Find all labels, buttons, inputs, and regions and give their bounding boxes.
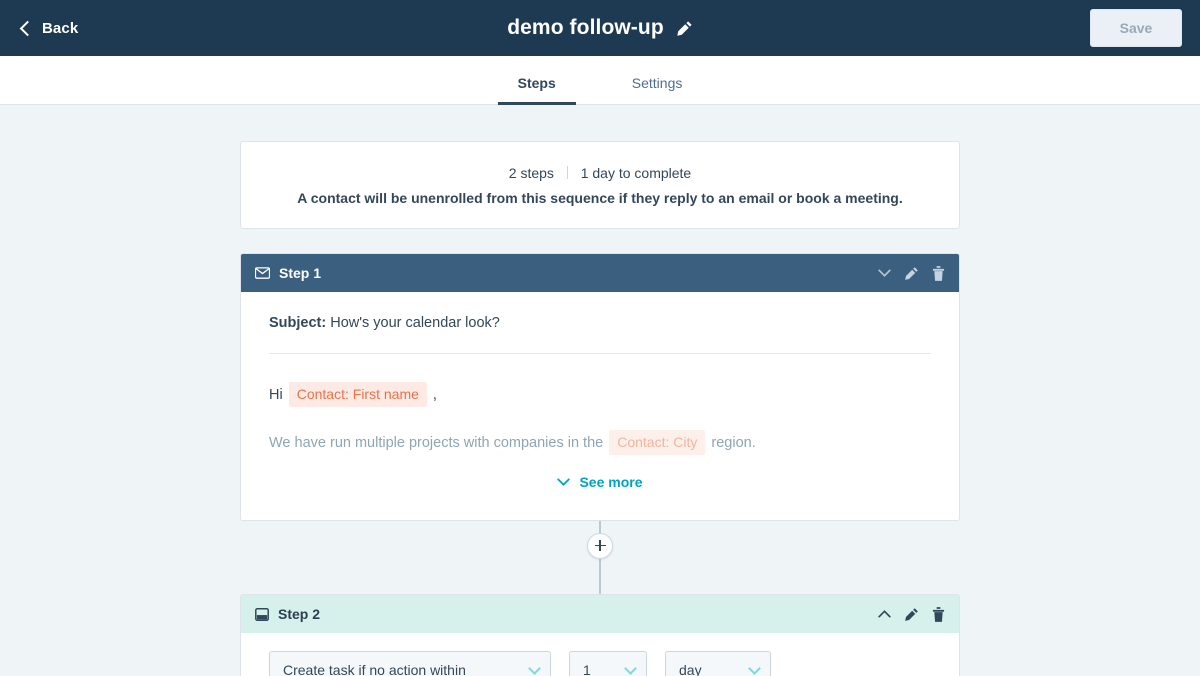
add-step-button[interactable] [587, 532, 613, 559]
task-icon [255, 607, 269, 621]
summary-meta: 2 steps 1 day to complete [261, 165, 939, 181]
step-1-collapse-chevron-down-icon[interactable] [875, 264, 893, 282]
task-delay-amount-select[interactable]: 1 [569, 651, 647, 676]
tab-settings[interactable]: Settings [612, 75, 703, 104]
task-delay-unit-select[interactable]: day [665, 651, 771, 676]
sequence-summary-card: 2 steps 1 day to complete A contact will… [240, 141, 960, 229]
email-body-line: We have run multiple projects with compa… [269, 430, 931, 455]
edit-title-icon[interactable] [676, 20, 693, 37]
summary-unenroll-note: A contact will be unenrolled from this s… [297, 190, 903, 206]
summary-divider [566, 166, 568, 179]
step-2-actions [875, 605, 947, 623]
chevron-down-icon [528, 661, 541, 675]
step-card-1: Step 1 Subject: How's your calendar look… [240, 253, 960, 521]
page-title: demo follow-up [507, 16, 664, 39]
email-body-prefix: We have run multiple projects with compa… [269, 435, 604, 451]
envelope-icon [255, 267, 270, 279]
chevron-down-icon [624, 661, 637, 675]
sequence-column: 2 steps 1 day to complete A contact will… [240, 105, 960, 676]
step-2-delete-trash-icon[interactable] [929, 605, 947, 623]
back-button-label: Back [42, 19, 79, 37]
plus-icon-vertical [599, 540, 601, 551]
task-delay-amount-value: 1 [583, 662, 591, 676]
task-action-value: Create task if no action within [283, 662, 466, 676]
summary-duration: 1 day to complete [580, 165, 692, 181]
email-greeting-prefix: Hi [269, 387, 283, 403]
step-2-collapse-chevron-up-icon[interactable] [875, 605, 893, 623]
save-button[interactable]: Save [1090, 9, 1182, 47]
step-card-2: Step 2 Create task if no action within 1… [240, 594, 960, 676]
app-header: Back demo follow-up Save [0, 0, 1200, 56]
personalization-token-city[interactable]: Contact: City [609, 430, 706, 455]
step-1-delete-trash-icon[interactable] [929, 264, 947, 282]
tab-bar: Steps Settings [0, 56, 1200, 105]
task-delay-unit-value: day [679, 662, 702, 676]
see-more-chevron-down-icon [557, 478, 571, 486]
step-2-header-left: Step 2 [255, 606, 875, 622]
chevron-down-icon [748, 661, 761, 675]
step-1-header[interactable]: Step 1 [241, 254, 959, 292]
email-subject-label: Subject: [269, 315, 327, 331]
task-action-select[interactable]: Create task if no action within [269, 651, 551, 676]
step-1-header-left: Step 1 [255, 265, 875, 281]
email-subject-value: How's your calendar look? [330, 315, 500, 331]
step-1-label: Step 1 [279, 265, 322, 281]
chevron-left-icon [19, 20, 36, 36]
summary-steps-count: 2 steps [508, 165, 554, 181]
email-subject-line: Subject: How's your calendar look? [269, 315, 931, 354]
email-greeting-line: Hi Contact: First name , [269, 382, 931, 407]
email-greeting-suffix: , [432, 387, 437, 403]
see-more-label: See more [579, 474, 643, 490]
step-1-actions [875, 264, 947, 282]
step-1-body: Subject: How's your calendar look? Hi Co… [241, 292, 959, 520]
email-body-suffix: region. [711, 435, 756, 451]
sequence-canvas: 2 steps 1 day to complete A contact will… [0, 105, 1200, 676]
step-2-edit-pencil-icon[interactable] [902, 605, 920, 623]
step-connector [240, 521, 960, 608]
sequence-title-group: demo follow-up [0, 0, 1200, 56]
step-2-header[interactable]: Step 2 [241, 595, 959, 633]
step-2-label: Step 2 [278, 606, 321, 622]
back-button[interactable]: Back [19, 19, 79, 37]
see-more-button[interactable]: See more [269, 455, 931, 512]
step-2-body: Create task if no action within 1 day [241, 633, 959, 676]
step-1-edit-pencil-icon[interactable] [902, 264, 920, 282]
personalization-token-first-name[interactable]: Contact: First name [288, 382, 427, 407]
tab-steps[interactable]: Steps [497, 75, 576, 105]
